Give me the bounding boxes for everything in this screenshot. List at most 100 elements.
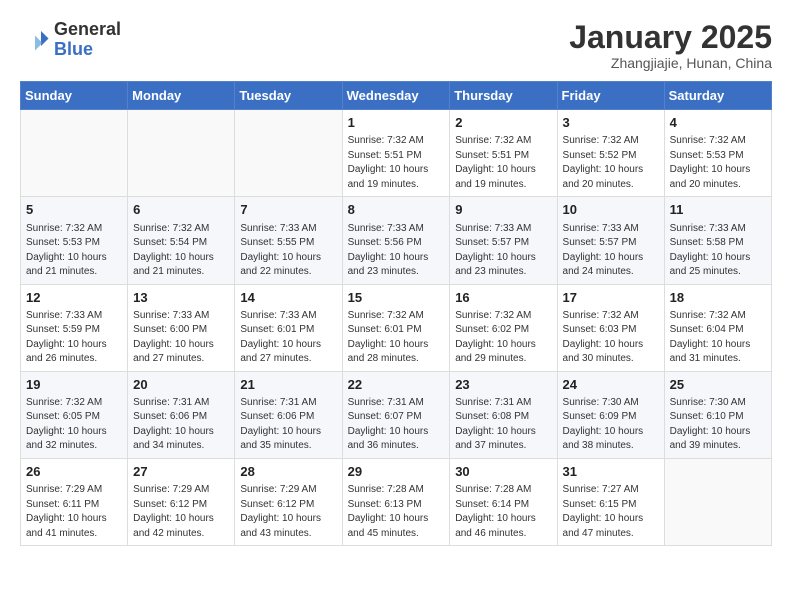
calendar-week-2: 5 Sunrise: 7:32 AM Sunset: 5:53 PM Daylig… xyxy=(21,197,772,284)
logo-blue-text: Blue xyxy=(54,39,93,59)
day-info: Sunrise: 7:29 AM Sunset: 6:11 PM Dayligh… xyxy=(26,483,122,541)
day-info: Sunrise: 7:31 AM Sunset: 6:08 PM Dayligh… xyxy=(455,396,551,454)
calendar-cell: 29 Sunrise: 7:28 AM Sunset: 6:13 PM Dayli… xyxy=(342,458,450,545)
day-number: 18 xyxy=(670,289,766,307)
day-number: 4 xyxy=(670,114,766,132)
page-header: General Blue January 2025 Zhangjiajie, H… xyxy=(20,20,772,71)
day-number: 11 xyxy=(670,201,766,219)
calendar-cell: 21Sunrise: 7:31 AM Sunset: 6:06 PM Dayli… xyxy=(235,371,342,458)
day-number: 27 xyxy=(133,463,229,481)
logo-icon xyxy=(20,25,50,55)
day-info: Sunrise: 7:29 AM Sunset: 6:12 PM Dayligh… xyxy=(133,483,229,541)
calendar-cell: 31 Sunrise: 7:27 AM Sunset: 6:15 PM Dayli… xyxy=(557,458,664,545)
day-info: Sunrise: 7:33 AM Sunset: 5:58 PM Dayligh… xyxy=(670,222,766,280)
calendar-cell: 10Sunrise: 7:33 AM Sunset: 5:57 PM Dayli… xyxy=(557,197,664,284)
weekday-header-tuesday: Tuesday xyxy=(235,82,342,110)
day-info: Sunrise: 7:28 AM Sunset: 6:13 PM Dayligh… xyxy=(348,483,445,541)
day-info: Sunrise: 7:31 AM Sunset: 6:06 PM Dayligh… xyxy=(133,396,229,454)
day-number: 16 xyxy=(455,289,551,307)
calendar-cell: 30Sunrise: 7:28 AM Sunset: 6:14 PM Dayli… xyxy=(450,458,557,545)
day-info: Sunrise: 7:32 AM Sunset: 5:51 PM Dayligh… xyxy=(455,134,551,192)
day-number: 21 xyxy=(240,376,336,394)
day-number: 9 xyxy=(455,201,551,219)
day-number: 25 xyxy=(670,376,766,394)
day-number: 23 xyxy=(455,376,551,394)
calendar-cell: 13 Sunrise: 7:33 AM Sunset: 6:00 PM Dayli… xyxy=(128,284,235,371)
day-number: 26 xyxy=(26,463,122,481)
calendar-cell: 17 Sunrise: 7:32 AM Sunset: 6:03 PM Dayli… xyxy=(557,284,664,371)
day-info: Sunrise: 7:32 AM Sunset: 5:53 PM Dayligh… xyxy=(26,222,122,280)
day-info: Sunrise: 7:32 AM Sunset: 6:02 PM Dayligh… xyxy=(455,309,551,367)
calendar-cell: 11 Sunrise: 7:33 AM Sunset: 5:58 PM Dayli… xyxy=(664,197,771,284)
weekday-header-sunday: Sunday xyxy=(21,82,128,110)
day-number: 14 xyxy=(240,289,336,307)
calendar-week-4: 19Sunrise: 7:32 AM Sunset: 6:05 PM Dayli… xyxy=(21,371,772,458)
calendar-cell: 22 Sunrise: 7:31 AM Sunset: 6:07 PM Dayli… xyxy=(342,371,450,458)
day-info: Sunrise: 7:30 AM Sunset: 6:10 PM Dayligh… xyxy=(670,396,766,454)
day-number: 6 xyxy=(133,201,229,219)
day-number: 13 xyxy=(133,289,229,307)
calendar-week-1: 1 Sunrise: 7:32 AM Sunset: 5:51 PM Daylig… xyxy=(21,110,772,197)
day-info: Sunrise: 7:32 AM Sunset: 5:53 PM Dayligh… xyxy=(670,134,766,192)
calendar-cell: 9 Sunrise: 7:33 AM Sunset: 5:57 PM Daylig… xyxy=(450,197,557,284)
calendar-cell: 24 Sunrise: 7:30 AM Sunset: 6:09 PM Dayli… xyxy=(557,371,664,458)
calendar-cell: 18 Sunrise: 7:32 AM Sunset: 6:04 PM Dayli… xyxy=(664,284,771,371)
calendar-cell: 28 Sunrise: 7:29 AM Sunset: 6:12 PM Dayli… xyxy=(235,458,342,545)
day-info: Sunrise: 7:32 AM Sunset: 6:05 PM Dayligh… xyxy=(26,396,122,454)
day-info: Sunrise: 7:32 AM Sunset: 5:52 PM Dayligh… xyxy=(563,134,659,192)
day-number: 17 xyxy=(563,289,659,307)
day-info: Sunrise: 7:33 AM Sunset: 5:57 PM Dayligh… xyxy=(563,222,659,280)
calendar-cell: 2 Sunrise: 7:32 AM Sunset: 5:51 PM Daylig… xyxy=(450,110,557,197)
calendar-cell: 7Sunrise: 7:33 AM Sunset: 5:55 PM Daylig… xyxy=(235,197,342,284)
calendar-cell: 19Sunrise: 7:32 AM Sunset: 6:05 PM Dayli… xyxy=(21,371,128,458)
day-info: Sunrise: 7:29 AM Sunset: 6:12 PM Dayligh… xyxy=(240,483,336,541)
day-info: Sunrise: 7:33 AM Sunset: 6:00 PM Dayligh… xyxy=(133,309,229,367)
day-info: Sunrise: 7:33 AM Sunset: 5:57 PM Dayligh… xyxy=(455,222,551,280)
calendar-cell: 23 Sunrise: 7:31 AM Sunset: 6:08 PM Dayli… xyxy=(450,371,557,458)
day-number: 12 xyxy=(26,289,122,307)
logo: General Blue xyxy=(20,20,121,60)
calendar-week-3: 12Sunrise: 7:33 AM Sunset: 5:59 PM Dayli… xyxy=(21,284,772,371)
day-number: 1 xyxy=(348,114,445,132)
day-number: 24 xyxy=(563,376,659,394)
calendar-week-5: 26 Sunrise: 7:29 AM Sunset: 6:11 PM Dayli… xyxy=(21,458,772,545)
calendar-cell: 14Sunrise: 7:33 AM Sunset: 6:01 PM Dayli… xyxy=(235,284,342,371)
calendar-cell: 3 Sunrise: 7:32 AM Sunset: 5:52 PM Daylig… xyxy=(557,110,664,197)
calendar-cell: 8 Sunrise: 7:33 AM Sunset: 5:56 PM Daylig… xyxy=(342,197,450,284)
calendar-table: SundayMondayTuesdayWednesdayThursdayFrid… xyxy=(20,81,772,546)
calendar-cell xyxy=(128,110,235,197)
day-info: Sunrise: 7:32 AM Sunset: 5:54 PM Dayligh… xyxy=(133,222,229,280)
day-number: 3 xyxy=(563,114,659,132)
location: Zhangjiajie, Hunan, China xyxy=(569,55,772,71)
calendar-cell: 26 Sunrise: 7:29 AM Sunset: 6:11 PM Dayli… xyxy=(21,458,128,545)
calendar-cell: 5 Sunrise: 7:32 AM Sunset: 5:53 PM Daylig… xyxy=(21,197,128,284)
day-number: 7 xyxy=(240,201,336,219)
day-number: 29 xyxy=(348,463,445,481)
calendar-cell: 1Sunrise: 7:32 AM Sunset: 5:51 PM Daylig… xyxy=(342,110,450,197)
day-number: 2 xyxy=(455,114,551,132)
calendar-cell xyxy=(235,110,342,197)
calendar-cell: 6 Sunrise: 7:32 AM Sunset: 5:54 PM Daylig… xyxy=(128,197,235,284)
weekday-header-friday: Friday xyxy=(557,82,664,110)
day-info: Sunrise: 7:32 AM Sunset: 6:03 PM Dayligh… xyxy=(563,309,659,367)
day-number: 5 xyxy=(26,201,122,219)
day-info: Sunrise: 7:27 AM Sunset: 6:15 PM Dayligh… xyxy=(563,483,659,541)
logo-general-text: General xyxy=(54,19,121,39)
day-number: 22 xyxy=(348,376,445,394)
day-number: 15 xyxy=(348,289,445,307)
calendar-cell: 12Sunrise: 7:33 AM Sunset: 5:59 PM Dayli… xyxy=(21,284,128,371)
day-number: 31 xyxy=(563,463,659,481)
day-info: Sunrise: 7:32 AM Sunset: 6:04 PM Dayligh… xyxy=(670,309,766,367)
day-number: 8 xyxy=(348,201,445,219)
day-number: 28 xyxy=(240,463,336,481)
calendar-cell xyxy=(664,458,771,545)
day-info: Sunrise: 7:30 AM Sunset: 6:09 PM Dayligh… xyxy=(563,396,659,454)
calendar-header: SundayMondayTuesdayWednesdayThursdayFrid… xyxy=(21,82,772,110)
calendar-cell xyxy=(21,110,128,197)
day-number: 30 xyxy=(455,463,551,481)
day-info: Sunrise: 7:33 AM Sunset: 5:56 PM Dayligh… xyxy=(348,222,445,280)
weekday-header-saturday: Saturday xyxy=(664,82,771,110)
weekday-header-monday: Monday xyxy=(128,82,235,110)
calendar-cell: 27 Sunrise: 7:29 AM Sunset: 6:12 PM Dayli… xyxy=(128,458,235,545)
day-info: Sunrise: 7:31 AM Sunset: 6:07 PM Dayligh… xyxy=(348,396,445,454)
